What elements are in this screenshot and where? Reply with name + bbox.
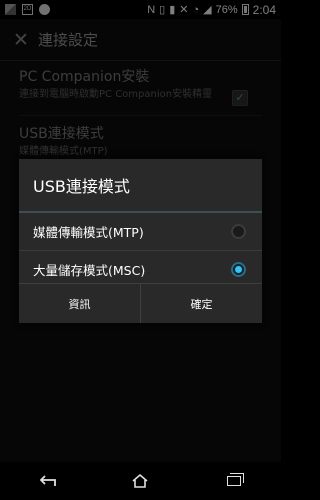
option-msc-label: 大量儲存模式(MSC) [33, 263, 146, 278]
info-button[interactable]: 資訊 [19, 284, 140, 323]
recent-apps-icon[interactable] [214, 466, 254, 496]
radio-msc[interactable] [231, 262, 246, 277]
option-mtp[interactable]: 媒體傳輸模式(MTP) [19, 213, 262, 250]
radio-mtp[interactable] [231, 224, 246, 239]
home-icon[interactable] [120, 466, 160, 496]
usb-mode-dialog: USB連接模式 媒體傳輸模式(MTP) 大量儲存模式(MSC) 資訊 確定 [19, 159, 262, 323]
dialog-button-bar: 資訊 確定 [19, 283, 262, 323]
recent-apps-glyph [227, 473, 245, 486]
option-mtp-label: 媒體傳輸模式(MTP) [33, 225, 144, 240]
dialog-title: USB連接模式 [33, 177, 130, 196]
ok-button[interactable]: 確定 [140, 284, 262, 323]
navigation-bar [0, 462, 281, 500]
back-icon[interactable] [27, 466, 67, 496]
